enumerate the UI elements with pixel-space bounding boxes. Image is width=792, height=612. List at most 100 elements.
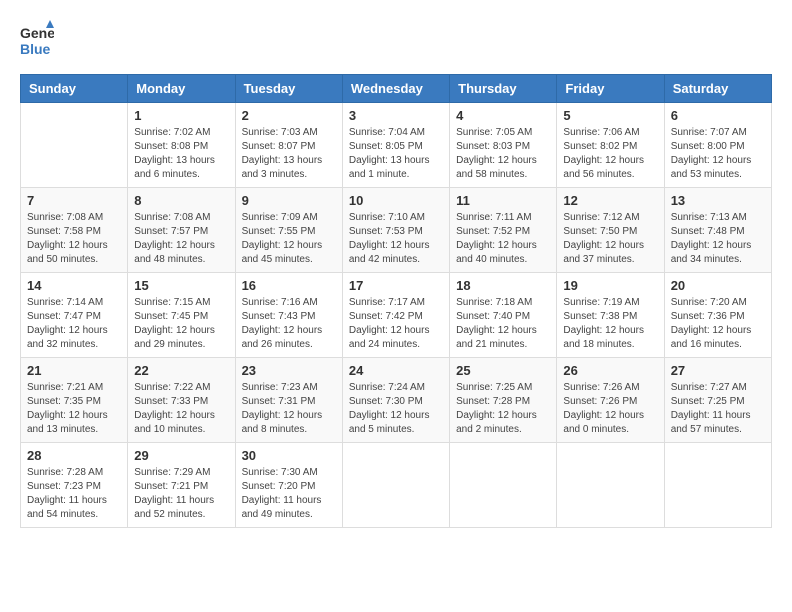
calendar-cell: 29 Sunrise: 7:29 AMSunset: 7:21 PMDayligh… bbox=[128, 443, 235, 528]
day-number: 10 bbox=[349, 193, 443, 208]
day-header-saturday: Saturday bbox=[664, 75, 771, 103]
day-info: Sunrise: 7:24 AMSunset: 7:30 PMDaylight:… bbox=[349, 381, 443, 437]
day-header-friday: Friday bbox=[557, 75, 664, 103]
day-header-wednesday: Wednesday bbox=[342, 75, 449, 103]
calendar-cell: 17Sunrise: 7:17 AMSunset: 7:42 PMDayligh… bbox=[342, 273, 449, 358]
day-info: Sunrise: 7:23 AMSunset: 7:31 PMDaylight:… bbox=[242, 381, 336, 437]
day-number: 29 bbox=[134, 448, 228, 463]
day-number: 8 bbox=[134, 193, 228, 208]
day-info: Sunrise: 7:21 AMSunset: 7:35 PMDaylight:… bbox=[27, 381, 121, 437]
day-info: Sunrise: 7:12 AMSunset: 7:50 PMDaylight:… bbox=[563, 211, 657, 267]
day-number: 9 bbox=[242, 193, 336, 208]
calendar-week-2: 14 Sunrise: 7:14 AMSunset: 7:47 PMDayligh… bbox=[21, 273, 772, 358]
day-info: Sunrise: 7:08 AMSunset: 7:57 PMDaylight:… bbox=[134, 211, 228, 267]
svg-text:Blue: Blue bbox=[20, 41, 51, 57]
day-info: Sunrise: 7:26 AMSunset: 7:26 PMDaylight:… bbox=[563, 381, 657, 437]
day-header-tuesday: Tuesday bbox=[235, 75, 342, 103]
day-info: Sunrise: 7:13 AMSunset: 7:48 PMDaylight:… bbox=[671, 211, 765, 267]
day-number: 6 bbox=[671, 108, 765, 123]
day-number: 24 bbox=[349, 363, 443, 378]
day-number: 19 bbox=[563, 278, 657, 293]
day-info: Sunrise: 7:10 AMSunset: 7:53 PMDaylight:… bbox=[349, 211, 443, 267]
calendar-cell: 18Sunrise: 7:18 AMSunset: 7:40 PMDayligh… bbox=[450, 273, 557, 358]
day-number: 15 bbox=[134, 278, 228, 293]
day-number: 28 bbox=[27, 448, 121, 463]
day-info: Sunrise: 7:27 AMSunset: 7:25 PMDaylight:… bbox=[671, 381, 765, 437]
day-info: Sunrise: 7:29 AMSunset: 7:21 PMDaylight:… bbox=[134, 466, 228, 522]
calendar-cell bbox=[342, 443, 449, 528]
day-info: Sunrise: 7:04 AMSunset: 8:05 PMDaylight:… bbox=[349, 126, 443, 182]
calendar-cell bbox=[557, 443, 664, 528]
day-info: Sunrise: 7:11 AMSunset: 7:52 PMDaylight:… bbox=[456, 211, 550, 267]
day-number: 26 bbox=[563, 363, 657, 378]
day-number: 2 bbox=[242, 108, 336, 123]
day-info: Sunrise: 7:25 AMSunset: 7:28 PMDaylight:… bbox=[456, 381, 550, 437]
day-info: Sunrise: 7:19 AMSunset: 7:38 PMDaylight:… bbox=[563, 296, 657, 352]
day-number: 4 bbox=[456, 108, 550, 123]
day-info: Sunrise: 7:16 AMSunset: 7:43 PMDaylight:… bbox=[242, 296, 336, 352]
calendar-cell: 6Sunrise: 7:07 AMSunset: 8:00 PMDaylight… bbox=[664, 103, 771, 188]
calendar-cell: 4 Sunrise: 7:05 AMSunset: 8:03 PMDaylight… bbox=[450, 103, 557, 188]
calendar-cell: 26 Sunrise: 7:26 AMSunset: 7:26 PMDayligh… bbox=[557, 358, 664, 443]
calendar-cell: 20 Sunrise: 7:20 AMSunset: 7:36 PMDayligh… bbox=[664, 273, 771, 358]
calendar-cell: 1 Sunrise: 7:02 AMSunset: 8:08 PMDaylight… bbox=[128, 103, 235, 188]
calendar-cell: 12 Sunrise: 7:12 AMSunset: 7:50 PMDayligh… bbox=[557, 188, 664, 273]
calendar-week-3: 21 Sunrise: 7:21 AMSunset: 7:35 PMDayligh… bbox=[21, 358, 772, 443]
day-number: 25 bbox=[456, 363, 550, 378]
day-number: 21 bbox=[27, 363, 121, 378]
day-number: 12 bbox=[563, 193, 657, 208]
calendar-cell bbox=[450, 443, 557, 528]
calendar-body: 1 Sunrise: 7:02 AMSunset: 8:08 PMDaylight… bbox=[21, 103, 772, 528]
calendar-cell: 24 Sunrise: 7:24 AMSunset: 7:30 PMDayligh… bbox=[342, 358, 449, 443]
calendar-cell: 10 Sunrise: 7:10 AMSunset: 7:53 PMDayligh… bbox=[342, 188, 449, 273]
calendar-cell: 7 Sunrise: 7:08 AMSunset: 7:58 PMDaylight… bbox=[21, 188, 128, 273]
day-number: 22 bbox=[134, 363, 228, 378]
day-info: Sunrise: 7:08 AMSunset: 7:58 PMDaylight:… bbox=[27, 211, 121, 267]
calendar-week-1: 7 Sunrise: 7:08 AMSunset: 7:58 PMDaylight… bbox=[21, 188, 772, 273]
day-info: Sunrise: 7:02 AMSunset: 8:08 PMDaylight:… bbox=[134, 126, 228, 182]
calendar-cell: 30Sunrise: 7:30 AMSunset: 7:20 PMDayligh… bbox=[235, 443, 342, 528]
calendar-cell: 14 Sunrise: 7:14 AMSunset: 7:47 PMDayligh… bbox=[21, 273, 128, 358]
calendar-cell: 22 Sunrise: 7:22 AMSunset: 7:33 PMDayligh… bbox=[128, 358, 235, 443]
day-number: 7 bbox=[27, 193, 121, 208]
calendar-cell: 11 Sunrise: 7:11 AMSunset: 7:52 PMDayligh… bbox=[450, 188, 557, 273]
calendar-cell: 2Sunrise: 7:03 AMSunset: 8:07 PMDaylight… bbox=[235, 103, 342, 188]
calendar-cell: 23Sunrise: 7:23 AMSunset: 7:31 PMDayligh… bbox=[235, 358, 342, 443]
calendar-cell bbox=[21, 103, 128, 188]
day-info: Sunrise: 7:05 AMSunset: 8:03 PMDaylight:… bbox=[456, 126, 550, 182]
calendar-cell: 27 Sunrise: 7:27 AMSunset: 7:25 PMDayligh… bbox=[664, 358, 771, 443]
day-number: 1 bbox=[134, 108, 228, 123]
day-number: 13 bbox=[671, 193, 765, 208]
header: General Blue bbox=[20, 20, 772, 64]
logo: General Blue bbox=[20, 20, 54, 64]
day-number: 27 bbox=[671, 363, 765, 378]
day-info: Sunrise: 7:14 AMSunset: 7:47 PMDaylight:… bbox=[27, 296, 121, 352]
day-info: Sunrise: 7:15 AMSunset: 7:45 PMDaylight:… bbox=[134, 296, 228, 352]
calendar-cell: 9 Sunrise: 7:09 AMSunset: 7:55 PMDaylight… bbox=[235, 188, 342, 273]
day-number: 30 bbox=[242, 448, 336, 463]
day-info: Sunrise: 7:20 AMSunset: 7:36 PMDaylight:… bbox=[671, 296, 765, 352]
day-number: 20 bbox=[671, 278, 765, 293]
calendar-cell: 5Sunrise: 7:06 AMSunset: 8:02 PMDaylight… bbox=[557, 103, 664, 188]
day-header-thursday: Thursday bbox=[450, 75, 557, 103]
calendar-cell: 21 Sunrise: 7:21 AMSunset: 7:35 PMDayligh… bbox=[21, 358, 128, 443]
calendar-cell: 25 Sunrise: 7:25 AMSunset: 7:28 PMDayligh… bbox=[450, 358, 557, 443]
day-info: Sunrise: 7:28 AMSunset: 7:23 PMDaylight:… bbox=[27, 466, 121, 522]
day-info: Sunrise: 7:09 AMSunset: 7:55 PMDaylight:… bbox=[242, 211, 336, 267]
day-number: 14 bbox=[27, 278, 121, 293]
logo-svg: General Blue bbox=[20, 20, 54, 64]
calendar-cell: 19 Sunrise: 7:19 AMSunset: 7:38 PMDayligh… bbox=[557, 273, 664, 358]
calendar: SundayMondayTuesdayWednesdayThursdayFrid… bbox=[20, 74, 772, 528]
calendar-week-0: 1 Sunrise: 7:02 AMSunset: 8:08 PMDaylight… bbox=[21, 103, 772, 188]
day-header-sunday: Sunday bbox=[21, 75, 128, 103]
calendar-cell: 13 Sunrise: 7:13 AMSunset: 7:48 PMDayligh… bbox=[664, 188, 771, 273]
calendar-cell: 16 Sunrise: 7:16 AMSunset: 7:43 PMDayligh… bbox=[235, 273, 342, 358]
calendar-header-row: SundayMondayTuesdayWednesdayThursdayFrid… bbox=[21, 75, 772, 103]
day-number: 16 bbox=[242, 278, 336, 293]
calendar-cell bbox=[664, 443, 771, 528]
day-info: Sunrise: 7:22 AMSunset: 7:33 PMDaylight:… bbox=[134, 381, 228, 437]
calendar-week-4: 28 Sunrise: 7:28 AMSunset: 7:23 PMDayligh… bbox=[21, 443, 772, 528]
day-number: 11 bbox=[456, 193, 550, 208]
day-info: Sunrise: 7:06 AMSunset: 8:02 PMDaylight:… bbox=[563, 126, 657, 182]
day-info: Sunrise: 7:18 AMSunset: 7:40 PMDaylight:… bbox=[456, 296, 550, 352]
